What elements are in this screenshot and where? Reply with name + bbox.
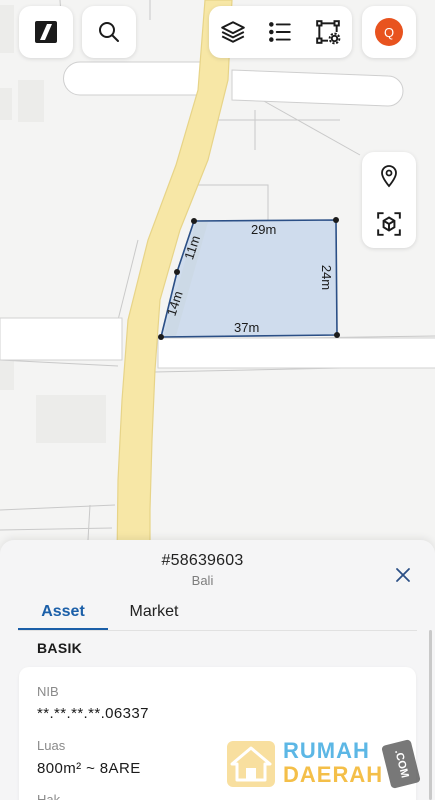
watermark-badge: .COM (381, 739, 421, 789)
brand-logo-button[interactable] (19, 6, 73, 58)
side-tools-group (362, 152, 416, 248)
field-label-hak: Hak (37, 792, 61, 800)
watermark: RUMAH DAERAH .COM (226, 738, 426, 790)
asset-id-title: #58639603 (161, 552, 244, 569)
map-tools-group (209, 6, 352, 58)
field-value-luas: 800m² ~ 8ARE (37, 760, 141, 777)
polygon-tool-button[interactable] (310, 14, 346, 50)
layers-button[interactable] (215, 14, 251, 50)
search-button[interactable] (82, 6, 136, 58)
close-button[interactable] (390, 562, 416, 588)
polygon-settings-icon (316, 20, 341, 45)
watermark-suffix: .COM (391, 748, 411, 780)
brand-logo-icon (35, 21, 57, 43)
3d-view-button[interactable] (371, 206, 407, 242)
tab-asset[interactable]: Asset (18, 600, 108, 630)
watermark-text-rumah: RUMAH (283, 738, 370, 763)
3d-scan-icon (377, 212, 401, 236)
asset-region: Bali (191, 573, 214, 588)
parcel-vertex[interactable] (334, 332, 340, 338)
profile-button[interactable]: Q (362, 6, 416, 58)
tab-market[interactable]: Market (113, 600, 195, 630)
list-icon (269, 22, 292, 42)
parcel-vertex[interactable] (191, 218, 197, 224)
location-pin-icon (381, 165, 397, 188)
house-logo-icon (227, 741, 275, 787)
tabs-divider (18, 630, 417, 631)
search-icon (99, 22, 119, 42)
avatar: Q (375, 18, 403, 46)
parcel-vertex[interactable] (158, 334, 164, 340)
parcel-vertex[interactable] (174, 269, 180, 275)
detail-tabs: Asset Market (0, 600, 435, 632)
dimension-label-right: 24m (319, 264, 335, 291)
dimension-label-top: 29m (251, 222, 277, 237)
field-label-luas: Luas (37, 738, 66, 753)
watermark-text-daerah: DAERAH (283, 762, 384, 787)
list-button[interactable] (262, 14, 298, 50)
locate-button[interactable] (371, 158, 407, 194)
parcel-vertex[interactable] (333, 217, 339, 223)
field-value-nib: **.**.**.**.06337 (37, 705, 149, 722)
field-label-nib: NIB (37, 684, 59, 699)
dimension-label-bottom: 37m (234, 320, 260, 335)
section-title: BASIK (37, 640, 83, 656)
layers-icon (221, 21, 245, 43)
parcel-layer (158, 217, 340, 340)
scrollbar[interactable] (429, 630, 432, 800)
close-icon (396, 568, 410, 582)
